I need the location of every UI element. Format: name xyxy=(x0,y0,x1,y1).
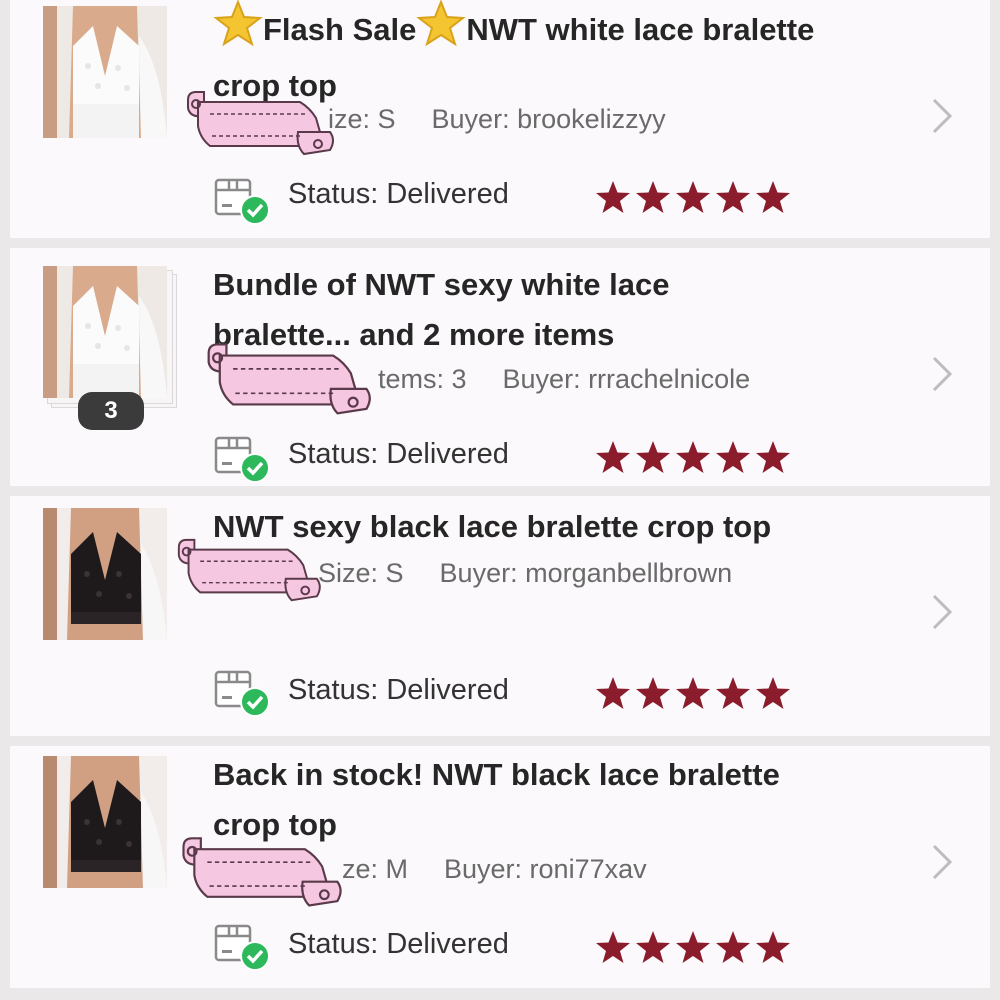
product-thumbnail[interactable] xyxy=(43,6,167,138)
star-icon xyxy=(596,677,630,709)
star-icon xyxy=(716,677,750,709)
size-label: ze: M xyxy=(342,854,409,884)
size-label: Size: S xyxy=(318,558,404,588)
title-text: Back in stock! NWT black lace bralette xyxy=(213,757,780,792)
order-row[interactable]: Back in stock! NWT black lace bralette c… xyxy=(10,746,990,988)
order-meta: ize: S Buyer: brookelizzyy xyxy=(328,104,666,135)
title-prefix: Flash Sale xyxy=(263,12,417,47)
rating-stars xyxy=(595,676,791,710)
star-icon xyxy=(596,931,630,963)
scroll-banner-sticker xyxy=(182,837,342,907)
star-icon xyxy=(636,181,670,213)
rating-stars xyxy=(595,180,791,214)
star-icon xyxy=(636,677,670,709)
star-icon xyxy=(756,931,790,963)
product-thumbnail[interactable] xyxy=(43,756,167,888)
order-list: Flash Sale NWT white lace bralette crop … xyxy=(0,0,1000,1000)
buyer-label: Buyer: rrrachelnicole xyxy=(502,364,751,394)
star-icon xyxy=(636,441,670,473)
chevron-right-icon[interactable] xyxy=(930,592,954,632)
star-icon xyxy=(676,931,710,963)
star-icon xyxy=(596,441,630,473)
star-icon xyxy=(716,181,750,213)
order-meta: ze: M Buyer: roni77xav xyxy=(342,854,647,885)
star-icon xyxy=(676,441,710,473)
chevron-right-icon[interactable] xyxy=(930,842,954,882)
product-thumbnail[interactable] xyxy=(43,266,167,398)
star-icon xyxy=(676,181,710,213)
scroll-banner-sticker xyxy=(177,538,321,602)
chevron-right-icon[interactable] xyxy=(930,354,954,394)
star-icon xyxy=(636,931,670,963)
order-row[interactable]: Flash Sale NWT white lace bralette crop … xyxy=(10,0,990,238)
star-icon xyxy=(716,931,750,963)
order-row[interactable]: NWT sexy black lace bralette crop top Si… xyxy=(10,496,990,736)
title-text: Bundle of NWT sexy white lace xyxy=(213,267,670,302)
items-label: tems: 3 xyxy=(378,364,467,394)
delivered-box-icon xyxy=(214,670,270,717)
rating-stars xyxy=(595,440,791,474)
order-row[interactable]: 3 Bundle of NWT sexy white lace bralette… xyxy=(10,248,990,486)
size-label: ize: S xyxy=(328,104,396,134)
order-status: Status: Delivered xyxy=(288,438,509,470)
order-status: Status: Delivered xyxy=(288,928,509,960)
scroll-banner-sticker xyxy=(187,91,334,156)
delivered-box-icon xyxy=(214,178,270,225)
order-status: Status: Delivered xyxy=(288,674,509,706)
title-text: NWT white lace bralette xyxy=(466,12,815,47)
order-meta: Size: S Buyer: morganbellbrown xyxy=(318,558,732,589)
star-icon xyxy=(756,677,790,709)
order-meta: tems: 3 Buyer: rrrachelnicole xyxy=(378,364,750,395)
product-thumbnail[interactable] xyxy=(43,508,167,640)
delivered-box-icon xyxy=(214,436,270,483)
star-icon xyxy=(676,677,710,709)
scroll-banner-sticker xyxy=(207,343,371,415)
buyer-label: Buyer: brookelizzyy xyxy=(431,104,666,134)
star-emoji-icon xyxy=(416,0,467,61)
star-icon xyxy=(716,441,750,473)
order-status: Status: Delivered xyxy=(288,178,509,210)
delivered-box-icon xyxy=(214,924,270,971)
star-icon xyxy=(756,181,790,213)
bundle-count-badge: 3 xyxy=(78,392,144,430)
buyer-label: Buyer: morganbellbrown xyxy=(439,558,733,588)
star-emoji-icon xyxy=(213,0,263,61)
star-icon xyxy=(596,181,630,213)
rating-stars xyxy=(595,930,791,964)
buyer-label: Buyer: roni77xav xyxy=(444,854,647,884)
star-icon xyxy=(756,441,790,473)
chevron-right-icon[interactable] xyxy=(930,96,954,136)
